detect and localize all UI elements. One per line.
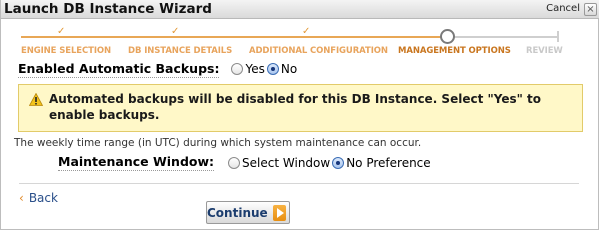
- chevron-left-icon: ‹: [19, 191, 24, 205]
- back-button[interactable]: ‹ Back: [19, 191, 58, 205]
- step-engine-selection: ENGINE SELECTION: [21, 46, 112, 56]
- wizard-title: Launch DB Instance Wizard: [4, 1, 212, 17]
- backup-radio-group: Yes No: [231, 62, 299, 76]
- wizard-progress: ✓ ✓ ✓ ENGINE SELECTION DB INSTANCE DETAI…: [1, 20, 599, 60]
- continue-button[interactable]: Continue: [206, 201, 290, 224]
- step-additional-configuration: ADDITIONAL CONFIGURATION: [249, 46, 388, 56]
- no-preference-radio[interactable]: [332, 156, 345, 169]
- footer-divider: [19, 183, 579, 184]
- no-preference-label[interactable]: No Preference: [346, 156, 430, 170]
- select-window-radio[interactable]: [228, 156, 241, 169]
- progress-track-complete: [21, 36, 447, 38]
- step-current-icon: [440, 29, 455, 44]
- maintenance-window-row: Maintenance Window: Select Window No Pre…: [58, 154, 433, 171]
- backup-no-label[interactable]: No: [281, 62, 297, 76]
- step-review: REVIEW: [526, 46, 563, 56]
- warning-message: Automated backups will be disabled for t…: [18, 84, 583, 132]
- title-bar: Launch DB Instance Wizard Cancel ×: [1, 0, 599, 19]
- backup-no-radio[interactable]: [266, 63, 279, 75]
- continue-label: Continue: [207, 205, 268, 220]
- warning-icon: [29, 93, 43, 106]
- close-icon[interactable]: ×: [584, 2, 597, 16]
- cancel-area: Cancel ×: [546, 2, 597, 16]
- backup-yes-label[interactable]: Yes: [245, 62, 264, 76]
- select-window-label[interactable]: Select Window: [242, 156, 330, 170]
- backup-setting-row: Enabled Automatic Backups: Yes No: [18, 60, 299, 78]
- step-end-marker: [557, 31, 559, 42]
- progress-track-remaining: [447, 36, 559, 38]
- maintenance-window-label: Maintenance Window:: [58, 154, 215, 171]
- backup-label: Enabled Automatic Backups:: [18, 60, 220, 78]
- wizard-window: Launch DB Instance Wizard Cancel × ✓ ✓ ✓…: [0, 0, 599, 230]
- arrow-right-icon: [272, 204, 286, 221]
- warning-text: Automated backups will be disabled for t…: [49, 92, 542, 122]
- maintenance-description: The weekly time range (in UTC) during wh…: [14, 137, 422, 149]
- backup-yes-radio[interactable]: [231, 63, 244, 75]
- back-label: Back: [28, 191, 58, 205]
- step-complete-icon: ✓: [171, 26, 180, 37]
- maintenance-radio-group: Select Window No Preference: [228, 156, 433, 170]
- step-complete-icon: ✓: [57, 26, 66, 37]
- cancel-link[interactable]: Cancel: [546, 2, 580, 16]
- step-management-options: MANAGEMENT OPTIONS: [398, 46, 511, 56]
- step-complete-icon: ✓: [302, 26, 311, 37]
- step-db-instance-details: DB INSTANCE DETAILS: [128, 46, 233, 56]
